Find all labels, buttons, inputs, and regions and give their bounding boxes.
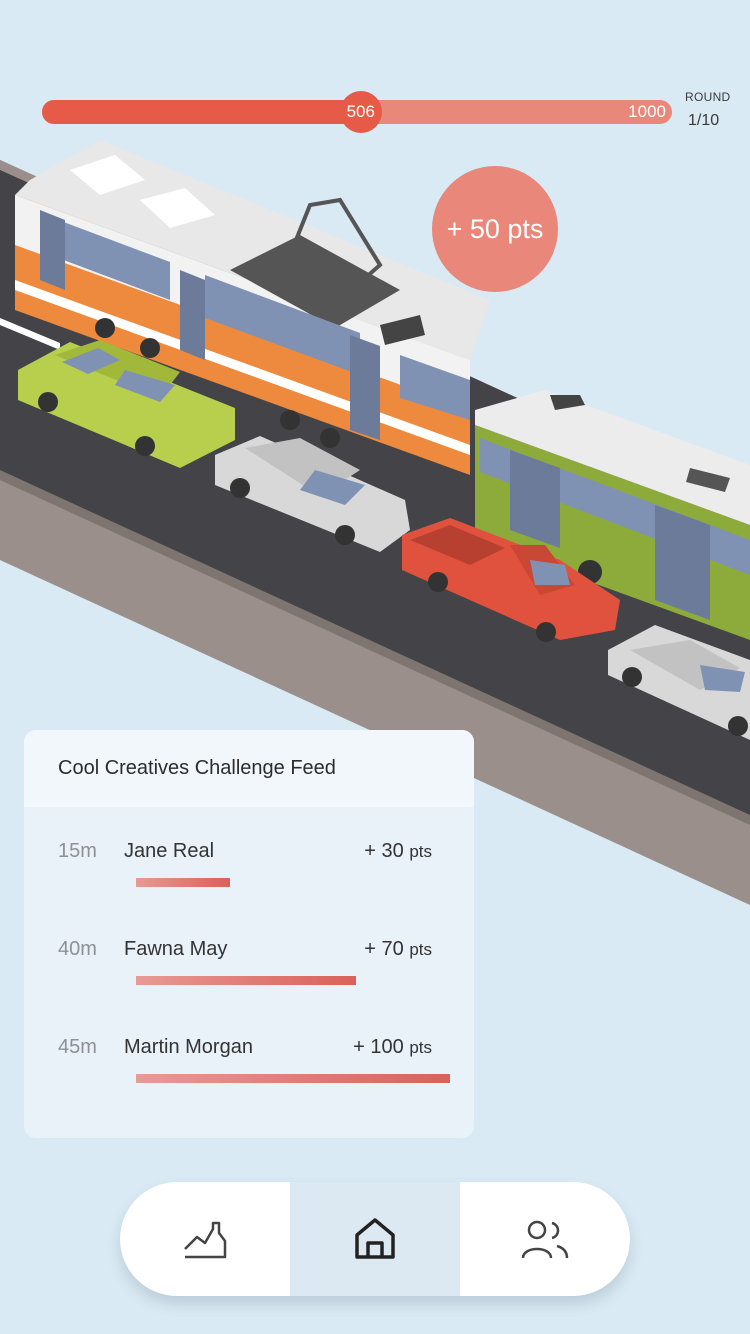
entry-points: + 70 pts: [364, 938, 432, 960]
nav-stats-button[interactable]: [120, 1182, 290, 1296]
users-icon: [521, 1220, 569, 1259]
entry-points-bar: [136, 1074, 450, 1083]
feed-entry[interactable]: 40m Fawna May + 70 pts: [24, 932, 474, 1030]
entry-points-bar: [136, 878, 230, 887]
entry-time: 40m: [58, 938, 97, 960]
round-title: ROUND: [685, 90, 731, 104]
entry-points: + 30 pts: [364, 840, 432, 862]
chart-trend-icon: [184, 1221, 227, 1259]
challenge-feed-card: Cool Creatives Challenge Feed 15m Jane R…: [24, 730, 474, 1138]
entry-time: 45m: [58, 1036, 97, 1058]
score-progress-bar: 506 1000: [42, 91, 672, 133]
home-icon: [355, 1218, 395, 1259]
entry-time: 15m: [58, 840, 97, 862]
current-score-knob[interactable]: 506: [339, 91, 382, 133]
nav-home-button[interactable]: [290, 1182, 460, 1296]
entry-points: + 100 pts: [353, 1036, 432, 1058]
points-reward-bubble: + 50 pts: [432, 166, 558, 292]
round-indicator: ROUND 1/10: [685, 90, 735, 130]
bottom-navigation: [120, 1182, 630, 1296]
feed-entry[interactable]: 45m Martin Morgan + 100 pts: [24, 1030, 474, 1128]
entry-name: Martin Morgan: [124, 1036, 253, 1058]
max-score-label: 1000: [628, 102, 666, 121]
entry-points-bar: [136, 976, 356, 985]
nav-people-button[interactable]: [460, 1182, 630, 1296]
feed-entry[interactable]: 15m Jane Real + 30 pts: [24, 834, 474, 932]
entry-name: Jane Real: [124, 840, 215, 862]
round-value: 1/10: [688, 112, 720, 129]
feed-title: Cool Creatives Challenge Feed: [24, 730, 474, 807]
progress-fill: [42, 100, 361, 124]
entry-name: Fawna May: [124, 938, 228, 960]
